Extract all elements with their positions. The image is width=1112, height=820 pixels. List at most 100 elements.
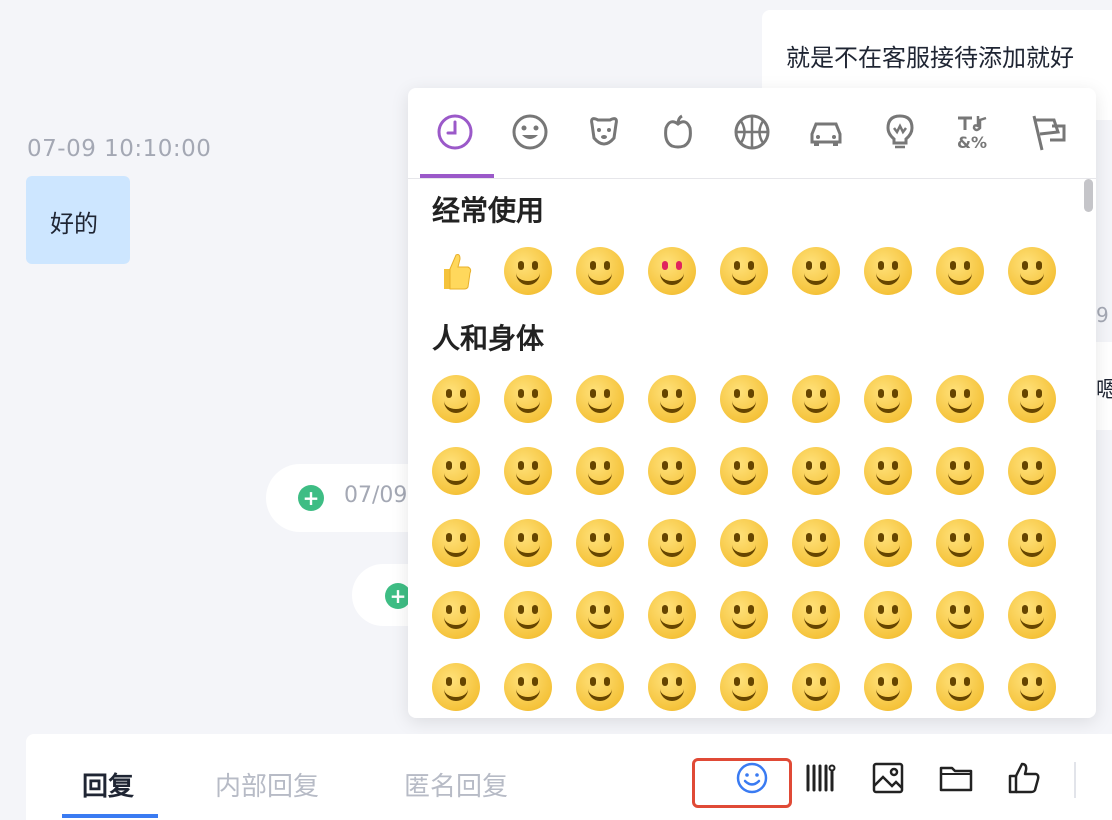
tab-anonymous-reply[interactable]: 匿名回复 [404,766,508,803]
toolbar-divider [1074,762,1076,798]
section-title-frequent: 经常使用 [432,194,545,227]
tab-food[interactable] [650,106,706,158]
emoji-face[interactable] [792,663,840,711]
thumbs-up-emoji-icon [444,254,472,290]
file-button[interactable] [934,756,978,800]
emoji-face[interactable] [504,591,552,639]
image-icon [872,762,904,794]
message-timestamp: 07-09 10:10:00 [27,136,212,162]
emoji-face[interactable] [792,591,840,639]
emoji-row [432,375,1072,431]
image-button[interactable] [866,756,910,800]
message-text: 就是不在客服接待添加就好 [786,44,1074,72]
emoji-face[interactable] [864,447,912,495]
clock-icon [437,114,473,150]
emoji-face[interactable] [936,375,984,423]
emoji-scroll-area[interactable]: 经常使用 人和身体 [408,179,1096,718]
tab-travel[interactable] [798,106,854,158]
emoji-face[interactable] [648,375,696,423]
emoji-heart-eyes[interactable] [648,247,696,295]
emoji-face[interactable] [648,591,696,639]
active-tab-indicator [420,174,494,178]
emoji-grinning[interactable] [504,247,552,295]
emoji-screaming[interactable] [1008,247,1056,295]
emoji-face[interactable] [648,447,696,495]
tab-internal-reply[interactable]: 内部回复 [215,766,319,803]
tab-objects[interactable] [872,106,928,158]
emoji-face[interactable] [504,447,552,495]
folder-icon [939,766,973,792]
emoji-row [432,519,1072,575]
emoji-button[interactable] [730,756,774,800]
message-text: 好的 [50,210,98,238]
emoji-face[interactable] [720,591,768,639]
tab-activities[interactable] [724,106,780,158]
emoji-face[interactable] [576,447,624,495]
car-icon [810,122,842,146]
message-bubble-incoming: 好的 [26,176,130,264]
emoji-face[interactable] [792,519,840,567]
smiley-icon [512,114,548,150]
emoji-face[interactable] [1008,663,1056,711]
emoji-face[interactable] [576,591,624,639]
emoji-wink-tongue[interactable] [792,247,840,295]
emoji-face[interactable] [936,447,984,495]
emoji-tears-of-joy[interactable] [936,247,984,295]
scrollbar-thumb[interactable] [1084,179,1093,212]
emoji-face[interactable] [720,447,768,495]
dog-face-icon [590,117,618,146]
emoji-face[interactable] [432,519,480,567]
emoji-face[interactable] [792,375,840,423]
reply-toolbar: 回复 内部回复 匿名回复 [26,734,1112,820]
emoji-face[interactable] [504,375,552,423]
emoji-row [432,447,1072,503]
tab-animals[interactable] [576,106,632,158]
message-timestamp: 9 [1096,303,1109,327]
quick-phrases-button[interactable] [798,756,842,800]
emoji-face[interactable] [1008,447,1056,495]
emoji-face[interactable] [864,591,912,639]
event-timestamp: 07/09 [344,483,408,508]
emoji-sweat-smile[interactable] [864,247,912,295]
emoji-face[interactable] [432,591,480,639]
emoji-face[interactable] [576,375,624,423]
emoji-row [432,591,1072,647]
thumbs-up-icon [1008,762,1040,794]
tab-symbols[interactable]: &% [946,106,1002,158]
message-text: 嗯 [1096,378,1112,403]
emoji-face[interactable] [432,375,480,423]
emoji-face[interactable] [864,375,912,423]
emoji-face[interactable] [720,375,768,423]
tab-reply[interactable]: 回复 [82,766,134,803]
emoji-face[interactable] [936,663,984,711]
emoji-face[interactable] [936,591,984,639]
emoji-face[interactable] [864,519,912,567]
emoji-face[interactable] [720,519,768,567]
emoji-laughing[interactable] [720,247,768,295]
emoji-face[interactable] [432,663,480,711]
active-tab-indicator [62,814,158,818]
tab-flags[interactable] [1020,106,1076,158]
emoji-face[interactable] [936,519,984,567]
emoji-face[interactable] [864,663,912,711]
emoji-face[interactable] [576,663,624,711]
emoji-face[interactable] [1008,375,1056,423]
section-title-people: 人和身体 [432,322,545,355]
emoji-face[interactable] [1008,591,1056,639]
emoji-face[interactable] [792,447,840,495]
emoji-thumbs-up[interactable] [432,247,480,295]
emoji-face[interactable] [504,519,552,567]
emoji-face[interactable] [504,663,552,711]
emoji-row [432,663,1072,718]
emoji-face[interactable] [432,447,480,495]
emoji-face[interactable] [720,663,768,711]
emoji-face[interactable] [648,519,696,567]
flags-icon [1032,115,1066,151]
emoji-face[interactable] [576,519,624,567]
emoji-face[interactable] [648,663,696,711]
like-button[interactable] [1002,756,1046,800]
tab-recent[interactable] [427,106,483,158]
emoji-face[interactable] [1008,519,1056,567]
tab-smileys[interactable] [502,106,558,158]
emoji-kissing-heart[interactable] [576,247,624,295]
